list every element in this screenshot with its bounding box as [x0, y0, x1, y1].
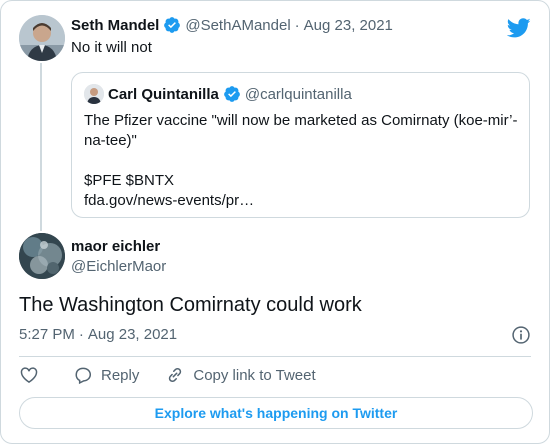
quoted-tweet-body: The Pfizer vaccine "will now be marketed…: [84, 111, 520, 211]
explore-twitter-button[interactable]: Explore what's happening on Twitter: [19, 397, 533, 429]
link-icon: [169, 367, 182, 383]
reply-date[interactable]: Aug 23, 2021: [304, 17, 393, 34]
avatar-maor-eichler[interactable]: [19, 233, 65, 279]
timestamp-separator: ·: [78, 326, 84, 343]
quoted-author-name: Carl Quintanilla: [108, 85, 219, 103]
thread-connector-line: [40, 63, 42, 231]
reply-button[interactable]: Reply: [73, 365, 139, 385]
avatar-carl-quintanilla: [84, 84, 104, 104]
reply-author-handle[interactable]: @SethAMandel: [185, 17, 290, 34]
tweet-time[interactable]: 5:27 PM: [19, 326, 75, 343]
quoted-author-handle: @carlquintanilla: [244, 85, 352, 103]
info-icon[interactable]: [511, 325, 531, 345]
divider: [19, 356, 531, 357]
quoted-text-line2: $PFE $BNTX: [84, 172, 175, 189]
verified-badge-icon: [164, 17, 181, 33]
reply-author-name[interactable]: Seth Mandel: [71, 17, 159, 34]
tweet-actions: Reply Copy link to Tweet: [19, 365, 316, 385]
copy-link-label: Copy link to Tweet: [193, 366, 316, 384]
header-separator: ·: [294, 16, 300, 34]
tweet-text: The Washington Comirnaty could work: [19, 294, 362, 316]
embedded-tweet-card: Seth Mandel @SethAMandel · Aug 23, 2021 …: [0, 0, 550, 444]
tweet-author-name[interactable]: maor eichler: [71, 238, 160, 255]
tweet-date[interactable]: Aug 23, 2021: [88, 326, 177, 343]
copy-link-button[interactable]: Copy link to Tweet: [165, 365, 316, 385]
tweet-timestamp[interactable]: 5:27 PM · Aug 23, 2021: [19, 326, 177, 343]
quoted-tweet[interactable]: Carl Quintanilla @carlquintanilla The Pf…: [71, 72, 530, 218]
quoted-tweet-header: Carl Quintanilla @carlquintanilla: [84, 84, 352, 104]
like-button[interactable]: [19, 365, 39, 385]
reply-text: No it will not: [71, 39, 152, 56]
reply-bubble-icon: [75, 367, 92, 385]
twitter-bird-icon[interactable]: [507, 16, 531, 40]
tweet-author-handle[interactable]: @EichlerMaor: [71, 258, 166, 275]
quoted-text-line1: The Pfizer vaccine "will now be marketed…: [84, 112, 518, 149]
quoted-link: fda.gov/news-events/pr…: [84, 192, 255, 209]
avatar-seth-mandel[interactable]: [19, 15, 65, 61]
reply-label: Reply: [101, 366, 140, 384]
heart-icon: [20, 367, 38, 383]
reply-header: Seth Mandel @SethAMandel · Aug 23, 2021: [71, 16, 393, 34]
verified-badge-icon: [223, 86, 240, 102]
